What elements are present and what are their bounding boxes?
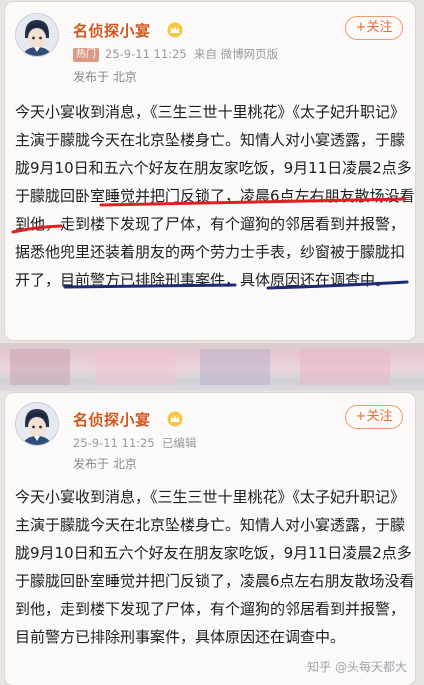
avatar-image	[16, 403, 58, 445]
annotation-underline-navy-2	[266, 280, 409, 290]
follow-button[interactable]: +关注	[345, 405, 403, 429]
annotation-underline-navy-1	[63, 283, 237, 289]
annotation-underlines	[11, 197, 409, 290]
avatar[interactable]	[16, 403, 58, 445]
post-timestamp[interactable]: 25-9-11 11:25	[73, 436, 155, 450]
post-location: 发布于 北京	[73, 457, 137, 471]
post-card-edited: 名侦探小宴 +关注 25-9-11 11:25 已编辑 发布于 北京 今天小宴收…	[5, 393, 415, 685]
annotation-underline-red-1	[99, 197, 407, 207]
post-meta: 25-9-11 11:25 已编辑	[73, 435, 197, 451]
post-source[interactable]: 已编辑	[162, 436, 197, 450]
blurred-separator	[0, 343, 424, 391]
crown-verified-icon	[167, 411, 183, 427]
post-body: 今天小宴收到消息，《三生三世十里桃花》《太子妃升职记》主演于朦胧今天在北京坠楼身…	[15, 488, 415, 646]
author-name[interactable]: 名侦探小宴	[73, 409, 151, 430]
watermark: 知乎 @头每天都大	[307, 660, 407, 674]
post-card-original: 名侦探小宴 +关注 热门 25-9-11 11:25 来自 微博网页版 发布于 北…	[5, 2, 415, 340]
annotation-underline-red-2	[11, 224, 63, 234]
